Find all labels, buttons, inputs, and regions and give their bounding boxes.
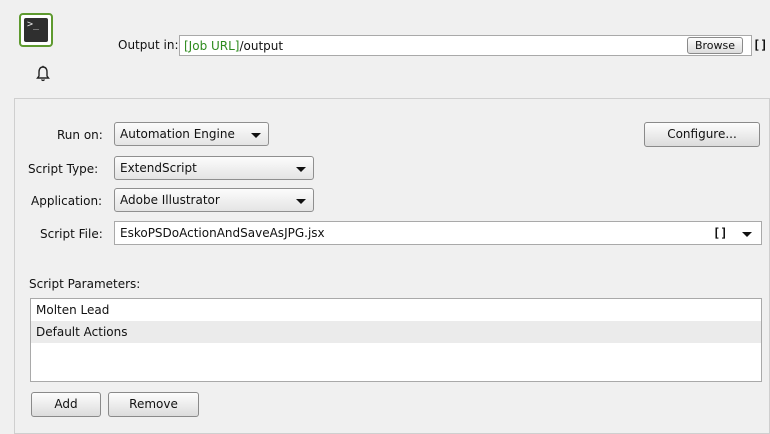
add-button[interactable]: Add <box>31 392 101 417</box>
script-settings-panel <box>14 98 770 434</box>
job-url-token: [Job URL] <box>184 39 240 53</box>
chevron-down-icon <box>296 167 306 172</box>
application-dropdown[interactable]: Adobe Illustrator <box>114 188 314 212</box>
script-type-label: Script Type: <box>28 162 99 176</box>
smart-names-button[interactable]: [] <box>713 226 727 240</box>
chevron-down-icon[interactable] <box>742 232 752 237</box>
output-path-field[interactable]: [Job URL]/output <box>179 35 752 56</box>
bell-icon[interactable] <box>36 65 50 83</box>
run-on-value: Automation Engine <box>120 127 235 141</box>
configure-button[interactable]: Configure... <box>644 122 760 147</box>
script-parameters-label: Script Parameters: <box>29 277 141 291</box>
application-label: Application: <box>31 194 103 208</box>
remove-button[interactable]: Remove <box>108 392 199 417</box>
script-type-value: ExtendScript <box>120 161 197 175</box>
list-item[interactable]: Molten Lead <box>31 299 761 321</box>
run-on-dropdown[interactable]: Automation Engine <box>114 122 269 146</box>
chevron-down-icon <box>251 133 261 138</box>
terminal-icon: >_ <box>19 13 53 47</box>
smart-names-button[interactable]: [] <box>753 38 767 52</box>
output-path-text: /output <box>239 39 284 53</box>
application-value: Adobe Illustrator <box>120 193 220 207</box>
script-parameters-list[interactable]: Molten Lead Default Actions <box>30 298 762 382</box>
output-in-label: Output in: <box>118 38 179 52</box>
script-file-value: EskoPSDoActionAndSaveAsJPG.jsx <box>120 226 325 240</box>
script-file-field[interactable]: EskoPSDoActionAndSaveAsJPG.jsx [] <box>114 221 762 245</box>
run-on-label: Run on: <box>57 128 103 142</box>
browse-button[interactable]: Browse <box>687 37 743 54</box>
script-file-label: Script File: <box>40 227 103 241</box>
chevron-down-icon <box>296 199 306 204</box>
script-type-dropdown[interactable]: ExtendScript <box>114 156 314 180</box>
list-item[interactable]: Default Actions <box>31 321 761 343</box>
